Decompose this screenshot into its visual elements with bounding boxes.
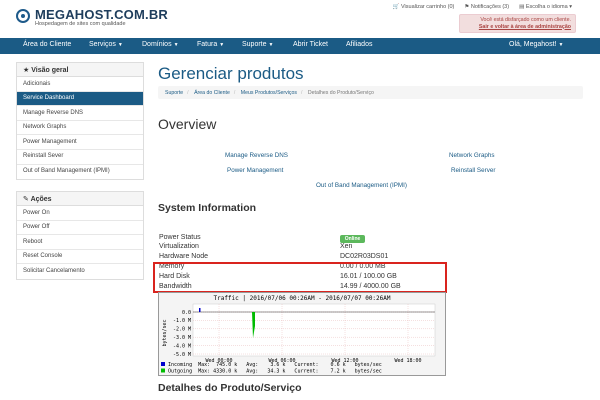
globe-icon: ▤	[519, 4, 525, 10]
sidebar-item-ipmi[interactable]: Out of Band Management (IPMI)	[17, 165, 143, 180]
link-ipmi[interactable]: Out of Band Management (IPMI)	[316, 182, 407, 189]
notifications-link[interactable]: ⚑ Notificações (3)	[464, 4, 509, 10]
language-link[interactable]: ▤ Escolha o idioma ▾	[519, 4, 572, 10]
breadcrumb-current: Detalhes do Produto/Serviço	[307, 89, 374, 96]
chevron-down-icon: ▼	[117, 42, 123, 48]
cart-link[interactable]: 🛒 Visualizar carrinho (0)	[393, 4, 455, 10]
resource-usage-highlight	[153, 262, 447, 293]
sidebar-item-reverse-dns[interactable]: Manage Reverse DNS	[17, 106, 143, 121]
sidebar-item-service-dashboard[interactable]: Service Dashboard	[17, 91, 143, 107]
status-badge: Online	[340, 235, 365, 243]
nav-services[interactable]: Serviços ▼	[89, 41, 123, 48]
action-reboot[interactable]: Reboot	[17, 235, 143, 250]
breadcrumb: Suporte / Área do Cliente / Meus Produtos/…	[158, 86, 583, 99]
link-power-management[interactable]: Power Management	[227, 167, 283, 174]
nav-user-menu[interactable]: Olá, Megahost! ▼	[509, 41, 563, 48]
nav-billing[interactable]: Fatura ▼	[197, 41, 224, 48]
nav-support[interactable]: Suporte ▼	[242, 41, 273, 48]
hardware-node-label: Hardware Node	[159, 253, 209, 260]
flag-icon: ⚑	[464, 4, 470, 10]
product-details-heading: Detalhes do Produto/Serviço	[158, 382, 302, 394]
x-tick-label: Wed 18:00	[394, 358, 421, 364]
logo-text: MEGAHOST.COM.BR	[35, 7, 168, 22]
breadcrumb-support[interactable]: Suporte	[165, 90, 183, 96]
site-header: MEGAHOST.COM.BR Hospedagem de sites com …	[0, 0, 600, 38]
star-icon: ★	[23, 67, 30, 74]
logo-tagline: Hospedagem de sites com qualidade	[35, 21, 126, 27]
overview-heading: Overview	[158, 116, 217, 132]
sidebar-actions-panel: ✎ Ações Power On Power Off Reboot Reset …	[16, 191, 144, 280]
legend-entry: Incoming Max: 745.0 k Avg: 3.6 k Current…	[168, 362, 382, 368]
chevron-down-icon: ▼	[219, 42, 225, 48]
link-reinstall-server[interactable]: Reinstall Server	[451, 167, 495, 174]
sidebar-actions-title: ✎ Ações	[17, 192, 143, 206]
chevron-down-icon: ▼	[173, 42, 179, 48]
action-power-off[interactable]: Power Off	[17, 221, 143, 236]
power-status-label: Power Status	[159, 234, 201, 241]
y-tick-label: -1.0 M	[173, 318, 191, 324]
logo-icon	[16, 9, 30, 23]
action-power-on[interactable]: Power On	[17, 206, 143, 221]
legend-swatch	[161, 368, 165, 373]
breadcrumb-client-area[interactable]: Área do Cliente	[194, 90, 230, 96]
nav-domains[interactable]: Domínios ▼	[142, 41, 179, 48]
sidebar-item-power-management[interactable]: Power Management	[17, 135, 143, 150]
chevron-down-icon: ▼	[558, 42, 564, 48]
chevron-down-icon: ▼	[268, 42, 274, 48]
top-links: 🛒 Visualizar carrinho (0) ⚑ Notificações…	[393, 4, 572, 10]
virtualization-label: Virtualization	[159, 243, 199, 250]
admin-return-link[interactable]: Sair e voltar à área de administração	[479, 24, 571, 30]
site-logo[interactable]: MEGAHOST.COM.BR Hospedagem de sites com …	[16, 7, 168, 29]
main-navbar: Área do Cliente Serviços ▼ Domínios ▼ Fatu…	[0, 38, 600, 54]
action-request-cancellation[interactable]: Solicitar Cancelamento	[17, 264, 143, 279]
system-info-heading: System Information	[158, 202, 257, 214]
sidebar-overview-title: ★ Visão geral	[17, 63, 143, 77]
graph-title: Traffic | 2016/07/06 00:26AM - 2016/07/0…	[213, 295, 390, 302]
y-tick-label: 0.0	[182, 310, 191, 316]
y-axis-label: bytes/sec	[162, 319, 168, 346]
y-tick-label: -2.0 M	[173, 327, 191, 333]
nav-open-ticket[interactable]: Abrir Ticket	[293, 41, 328, 48]
admin-masquerade-alert: Você está disfarçado como um cliente. Sa…	[459, 14, 576, 33]
link-network-graphs[interactable]: Network Graphs	[449, 152, 495, 159]
cart-icon: 🛒	[392, 4, 400, 10]
link-manage-reverse-dns[interactable]: Manage Reverse DNS	[225, 152, 288, 159]
sidebar-item-network-graphs[interactable]: Network Graphs	[17, 121, 143, 136]
legend-swatch	[161, 362, 165, 366]
breadcrumb-my-services[interactable]: Meus Produtos/Serviços	[241, 90, 297, 96]
plot-area	[192, 303, 436, 357]
y-tick-label: -3.0 M	[173, 335, 191, 341]
y-tick-label: -4.0 M	[173, 343, 191, 349]
sidebar-item-reinstall[interactable]: Reinstall Sever	[17, 150, 143, 165]
sidebar-overview-panel: ★ Visão geral Adicionais Service Dashboa…	[16, 62, 144, 181]
wrench-icon: ✎	[23, 196, 29, 203]
action-reset-console[interactable]: Reset Console	[17, 250, 143, 265]
nav-affiliates[interactable]: Afiliados	[346, 41, 372, 48]
traffic-graph: Traffic | 2016/07/06 00:26AM - 2016/07/0…	[158, 292, 446, 376]
virtualization-value: Xen	[340, 243, 353, 250]
traffic-graph-svg: Traffic | 2016/07/06 00:26AM - 2016/07/0…	[161, 295, 436, 375]
sidebar-item-addons[interactable]: Adicionais	[17, 77, 143, 92]
page-title: Gerenciar produtos	[158, 64, 304, 83]
incoming-spike	[199, 308, 201, 312]
y-tick-label: -5.0 M	[173, 352, 191, 358]
hardware-node-value: DC02R03DS01	[340, 253, 389, 260]
legend-entry: Outgoing Max: 4330.0 k Avg: 34.3 k Curre…	[168, 369, 382, 375]
nav-client-area[interactable]: Área do Cliente	[23, 41, 71, 48]
